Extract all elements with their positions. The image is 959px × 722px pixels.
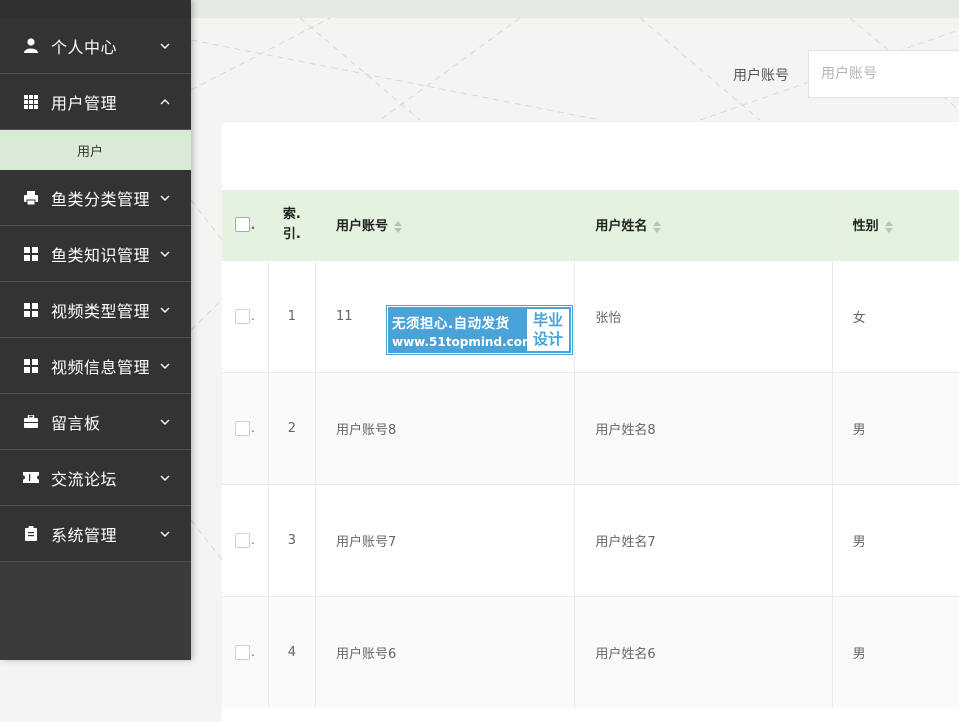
row-checkbox[interactable]: [235, 420, 250, 436]
watermark-badge: 无须担心.自动发货 www.51topmind.com 毕业 设计: [387, 306, 572, 354]
chevron-down-icon: [159, 528, 171, 540]
sidebar-item-label: 留言板: [51, 413, 101, 433]
apps-icon: [23, 302, 39, 318]
name-header[interactable]: 用户姓名: [574, 190, 833, 260]
row-select-cell: .: [222, 596, 269, 708]
sidebar-top-strip: [0, 0, 191, 18]
sidebar-item-message-board[interactable]: 留言板: [0, 394, 191, 450]
sidebar-item-personal-center[interactable]: 个人中心: [0, 18, 191, 74]
table-header-row: . 索. 引. 用户账号 用户姓名 性别: [222, 190, 959, 260]
table-row: . 3 用户账号7 用户姓名7 男: [222, 484, 959, 596]
chevron-down-icon: [159, 40, 171, 52]
row-sex: 男: [832, 596, 959, 708]
table-row: . 2 用户账号8 用户姓名8 男: [222, 372, 959, 484]
sidebar: 个人中心 用户管理 用户 鱼类分类管理 鱼类知识管理 视频类型管理 视频信息管理…: [0, 0, 191, 660]
chevron-down-icon: [159, 416, 171, 428]
sort-icon[interactable]: [653, 220, 662, 233]
sort-icon[interactable]: [884, 220, 893, 233]
row-name: 用户姓名7: [574, 484, 833, 596]
row-account: 用户账号7: [315, 484, 576, 596]
row-name: 用户姓名6: [574, 596, 833, 708]
user-icon: [23, 38, 39, 54]
name-header-label: 用户姓名: [595, 219, 648, 235]
row-name: 张怡: [574, 260, 833, 372]
row-checkbox[interactable]: [235, 644, 250, 660]
row-index: 4: [268, 596, 316, 708]
row-select-cell: .: [222, 260, 269, 372]
select-all-checkbox[interactable]: [234, 217, 250, 233]
sex-header[interactable]: 性别: [832, 190, 959, 260]
sidebar-item-label: 鱼类分类管理: [51, 189, 151, 209]
index-header-line1: 索.: [282, 206, 301, 222]
sex-header-label: 性别: [852, 219, 879, 235]
sidebar-item-forum[interactable]: 交流论坛: [0, 450, 191, 506]
table-row: . 4 用户账号6 用户姓名6 男: [222, 596, 959, 708]
user-table-card: . 索. 引. 用户账号 用户姓名 性别 . 1 11 张怡 女 . 2 用户账…: [222, 121, 959, 722]
sidebar-item-fish-category[interactable]: 鱼类分类管理: [0, 170, 191, 226]
apps-icon: [23, 358, 39, 374]
select-all-cell: .: [222, 190, 269, 260]
sidebar-item-label: 鱼类知识管理: [51, 245, 151, 265]
printer-icon: [23, 190, 39, 206]
top-bar: [191, 0, 959, 18]
watermark-badge-line1: 毕业: [532, 311, 563, 329]
index-header-line2: 引.: [282, 226, 301, 242]
sidebar-item-label: 个人中心: [51, 37, 118, 57]
chevron-up-icon: [159, 96, 171, 108]
sidebar-item-video-info[interactable]: 视频信息管理: [0, 338, 191, 394]
chevron-down-icon: [159, 472, 171, 484]
row-sex: 男: [832, 484, 959, 596]
sidebar-item-system[interactable]: 系统管理: [0, 506, 191, 562]
sidebar-item-fish-knowledge[interactable]: 鱼类知识管理: [0, 226, 191, 282]
chevron-down-icon: [159, 304, 171, 316]
sidebar-item-label: 用户管理: [51, 93, 118, 113]
row-index: 2: [268, 372, 316, 484]
row-checkbox[interactable]: [235, 532, 250, 548]
watermark-line1: 无须担心.自动发货: [392, 315, 510, 332]
clipboard-icon: [23, 526, 39, 542]
sort-icon[interactable]: [393, 220, 402, 233]
index-header: 索. 引.: [268, 190, 316, 260]
account-header-label: 用户账号: [335, 219, 388, 235]
watermark-badge-line2: 设计: [532, 330, 563, 348]
sidebar-item-video-type[interactable]: 视频类型管理: [0, 282, 191, 338]
sidebar-item-label: 交流论坛: [51, 469, 118, 489]
row-select-cell: .: [222, 484, 269, 596]
chevron-down-icon: [159, 248, 171, 260]
search-input[interactable]: [808, 50, 959, 98]
grid-icon: [23, 94, 39, 110]
sidebar-subitem-users[interactable]: 用户: [0, 130, 191, 170]
sidebar-subitem-label: 用户: [77, 144, 104, 160]
account-header[interactable]: 用户账号: [315, 190, 576, 260]
row-checkbox[interactable]: [235, 308, 250, 324]
watermark-line2: www.51topmind.com: [392, 334, 535, 349]
chevron-down-icon: [159, 192, 171, 204]
sidebar-item-user-management[interactable]: 用户管理: [0, 74, 191, 130]
apps-icon: [23, 246, 39, 262]
user-table: . 索. 引. 用户账号 用户姓名 性别 . 1 11 张怡 女 . 2 用户账…: [222, 190, 959, 708]
table-row: . 1 11 张怡 女: [222, 260, 959, 372]
sidebar-item-label: 视频信息管理: [51, 357, 151, 377]
row-name: 用户姓名8: [574, 372, 833, 484]
watermark-logo: 毕业 设计: [527, 309, 569, 351]
watermark-text: 无须担心.自动发货 www.51topmind.com: [388, 307, 535, 353]
ticket-icon: [23, 470, 39, 486]
row-account: 用户账号6: [315, 596, 576, 708]
briefcase-icon: [23, 414, 39, 430]
row-sex: 女: [832, 260, 959, 372]
row-select-cell: .: [222, 372, 269, 484]
sidebar-item-label: 视频类型管理: [51, 301, 151, 321]
row-sex: 男: [832, 372, 959, 484]
search-label: 用户账号: [733, 68, 789, 84]
row-index: 3: [268, 484, 316, 596]
chevron-down-icon: [159, 360, 171, 372]
row-account: 用户账号8: [315, 372, 576, 484]
sidebar-item-label: 系统管理: [51, 525, 118, 545]
row-index: 1: [268, 260, 316, 372]
